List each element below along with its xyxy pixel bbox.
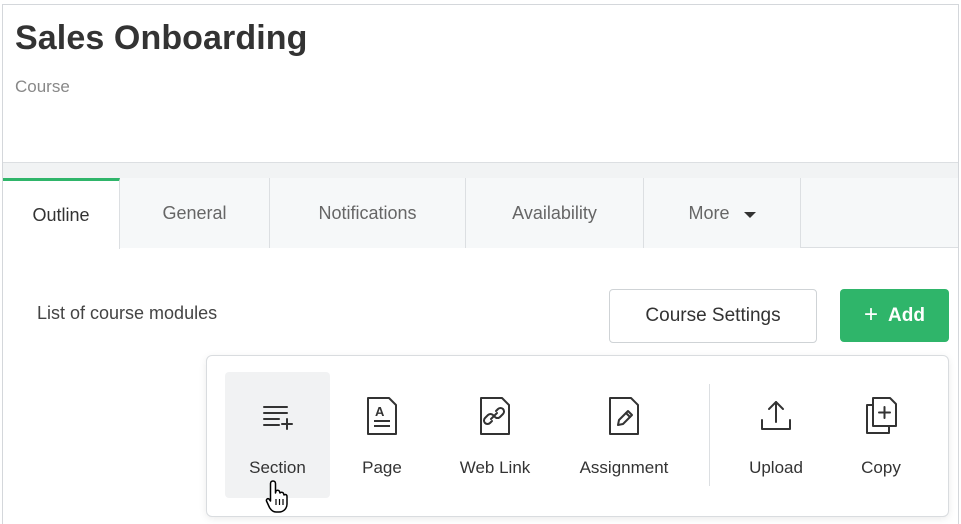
tab-notifications-label: Notifications <box>318 202 417 223</box>
menu-item-assignment-label: Assignment <box>579 458 669 477</box>
page-title: Sales Onboarding <box>15 19 308 57</box>
assignment-icon <box>605 394 643 438</box>
menu-item-upload-label: Upload <box>749 458 803 477</box>
plus-icon: + <box>864 300 879 328</box>
web-link-icon <box>476 394 514 438</box>
copy-icon <box>862 394 900 438</box>
menu-item-page-label: Page <box>362 458 402 477</box>
tab-bar: Outline General Notifications Availabili… <box>3 178 958 249</box>
tab-outline-label: Outline <box>32 204 90 225</box>
menu-item-assignment[interactable]: Assignment <box>567 372 681 498</box>
add-button-label: Add <box>888 304 925 326</box>
course-header: Sales Onboarding Course <box>3 5 958 162</box>
tab-more-label: More <box>688 202 730 223</box>
tab-general[interactable]: General <box>120 178 270 248</box>
course-settings-label: Course Settings <box>645 305 781 326</box>
menu-item-web-link-label: Web Link <box>459 458 531 477</box>
header-divider-band <box>3 162 958 178</box>
page-subtitle: Course <box>15 77 70 96</box>
course-settings-button[interactable]: Course Settings <box>609 289 817 343</box>
hand-pointer-icon <box>265 479 291 520</box>
outline-panel: List of course modules Course Settings +… <box>3 249 958 524</box>
menu-item-upload[interactable]: Upload <box>735 372 817 498</box>
tab-general-label: General <box>162 202 227 223</box>
add-button[interactable]: + Add <box>840 289 949 342</box>
page-icon: A <box>363 394 401 438</box>
section-icon <box>260 394 296 438</box>
tab-availability[interactable]: Availability <box>466 178 644 248</box>
menu-item-page[interactable]: A Page <box>342 372 422 498</box>
tab-notifications[interactable]: Notifications <box>270 178 466 248</box>
add-dropdown-menu: Section A Page Web Link Assignment Uploa… <box>206 355 949 517</box>
course-modules-label: List of course modules <box>37 303 218 323</box>
menu-item-copy[interactable]: Copy <box>843 372 919 498</box>
svg-text:A: A <box>375 404 385 419</box>
tab-availability-label: Availability <box>512 202 597 223</box>
caret-down-icon <box>743 212 756 218</box>
tab-more[interactable]: More <box>644 178 801 248</box>
tab-outline[interactable]: Outline <box>3 178 120 249</box>
menu-item-web-link[interactable]: Web Link <box>450 372 540 498</box>
menu-item-section-label: Section <box>249 458 306 477</box>
menu-item-copy-label: Copy <box>861 458 901 477</box>
course-window: Sales Onboarding Course Outline General … <box>2 4 959 524</box>
menu-divider <box>709 384 710 486</box>
upload-icon <box>758 394 794 438</box>
